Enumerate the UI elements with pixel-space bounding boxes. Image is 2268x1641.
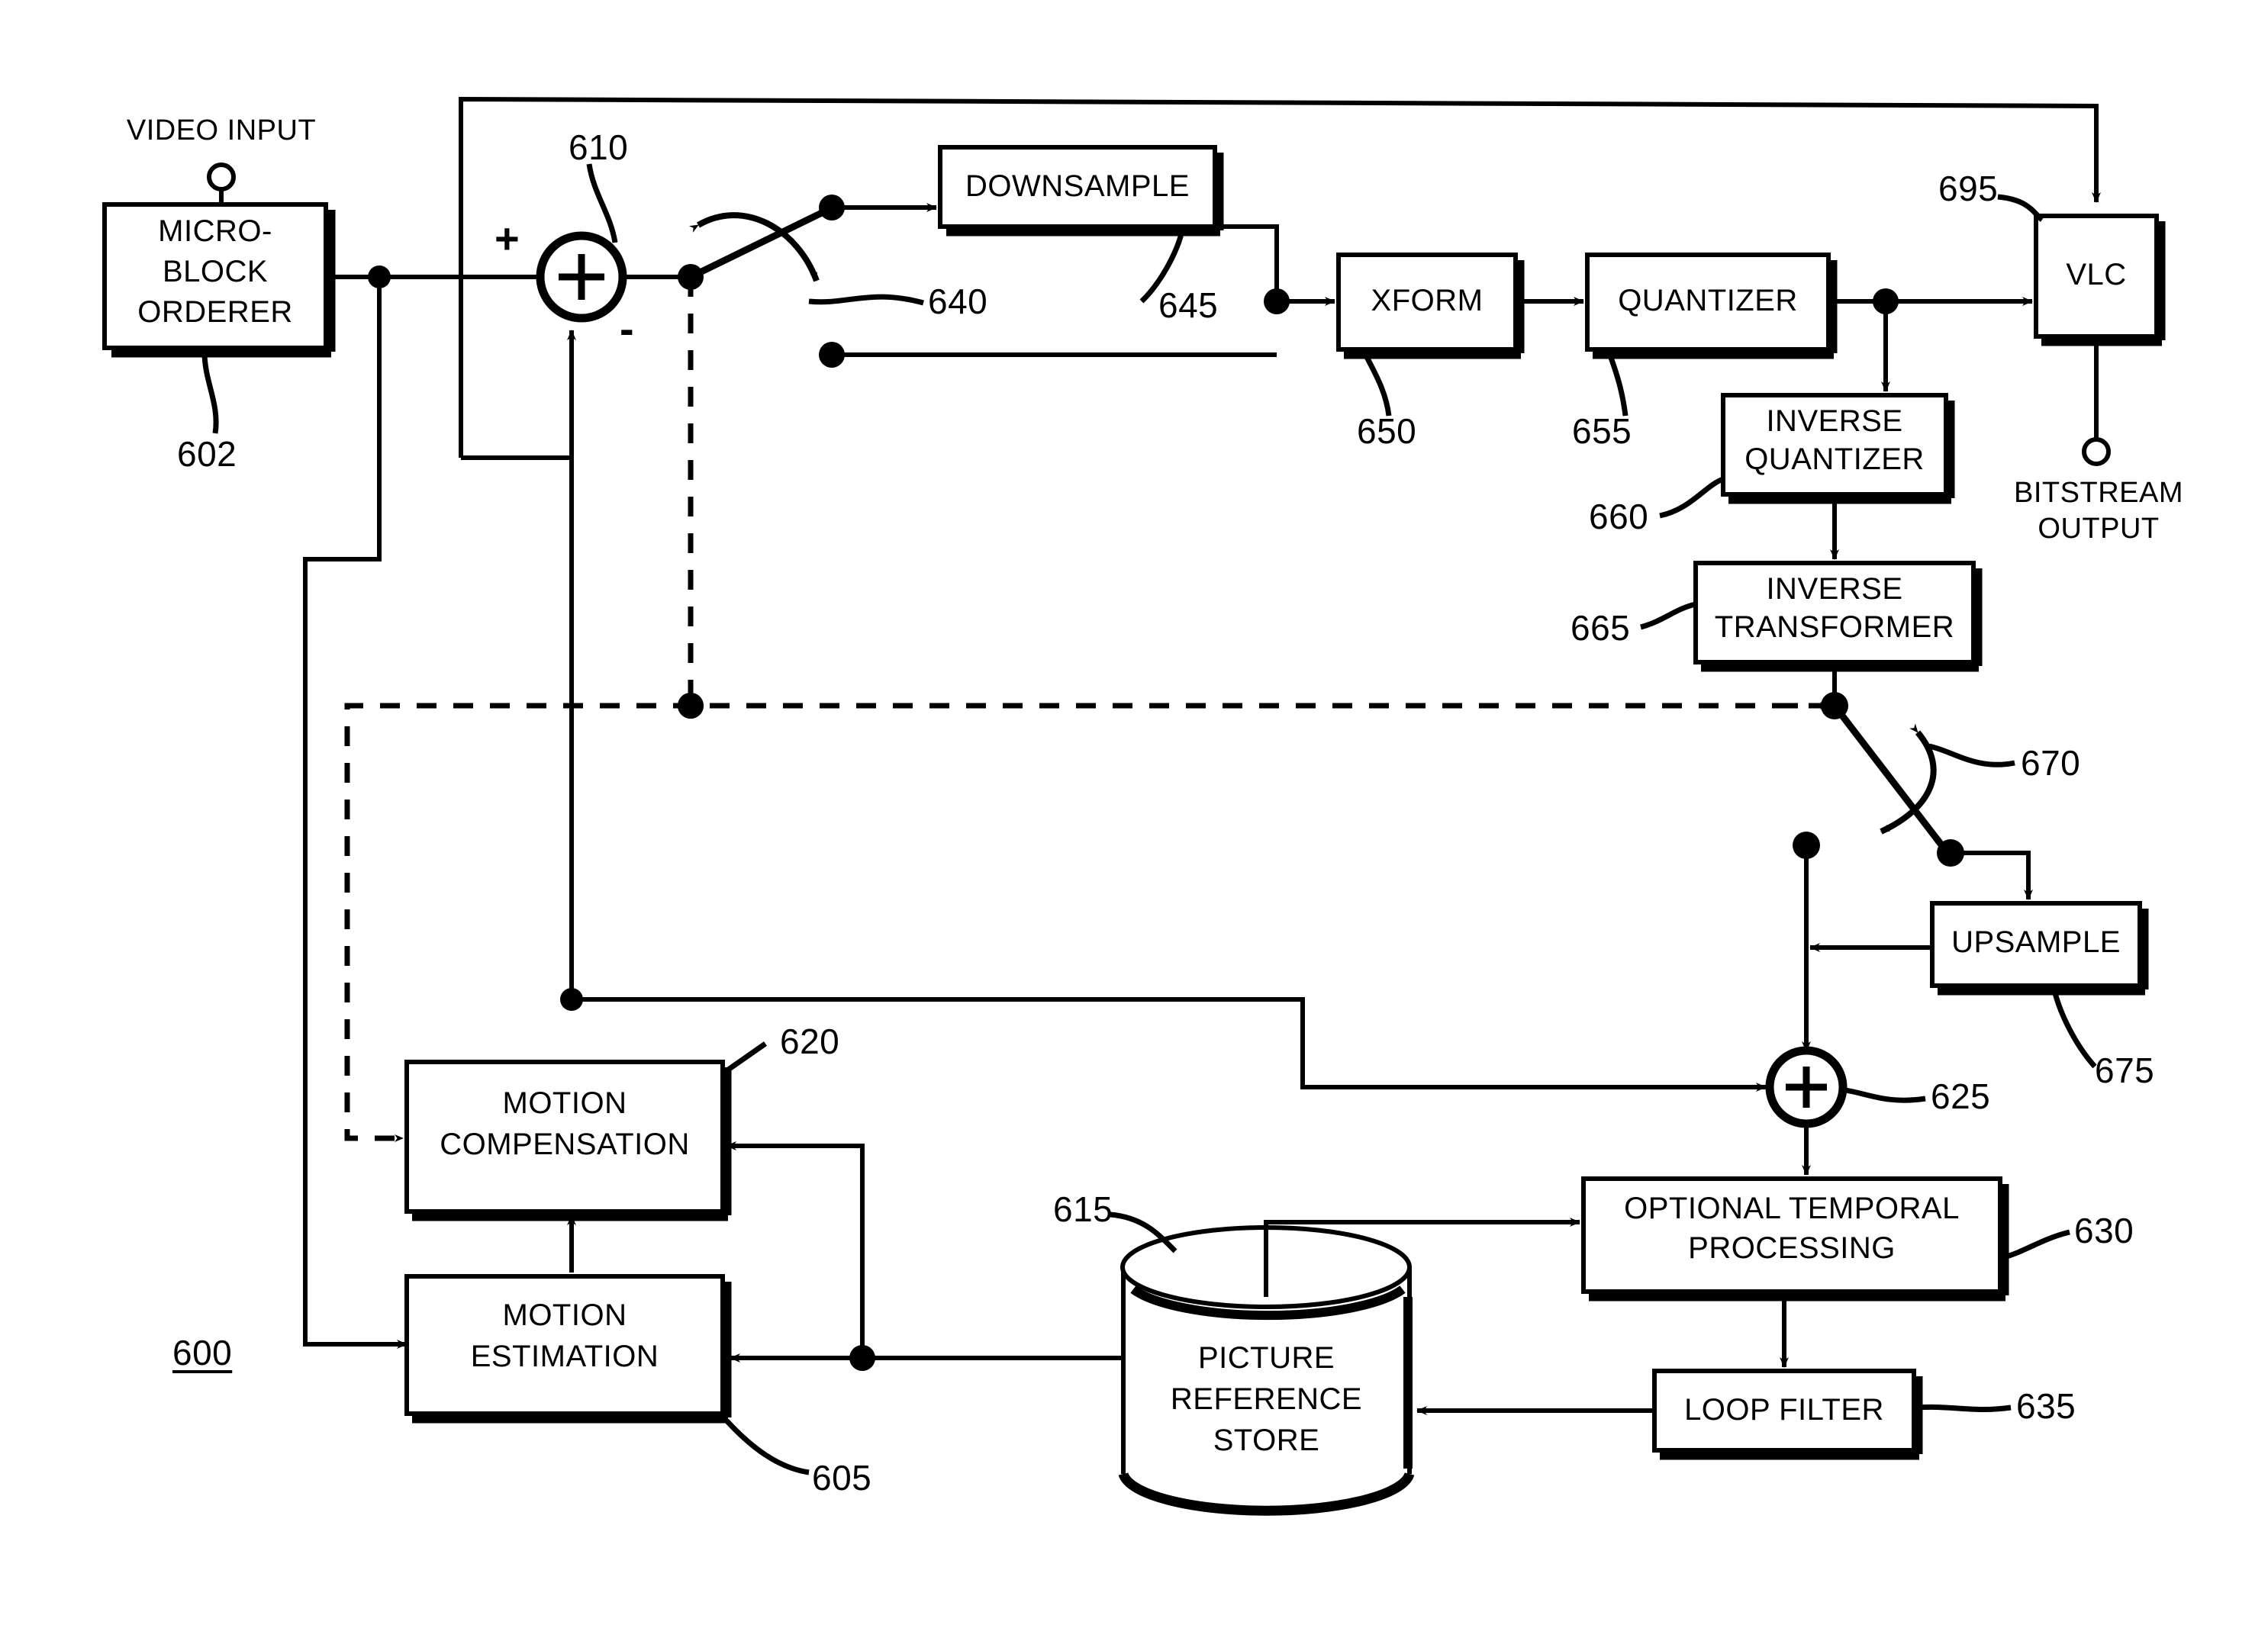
vlc-label: VLC xyxy=(2066,258,2127,291)
leader-630 xyxy=(2003,1229,2070,1260)
ref-610: 610 xyxy=(569,127,629,167)
ref-615: 615 xyxy=(1053,1189,1113,1229)
xform-label: XFORM xyxy=(1371,284,1484,317)
leader-635 xyxy=(1917,1404,2012,1413)
wire-mbo-down-to-me xyxy=(303,277,408,1349)
adder-625 xyxy=(1765,1046,1848,1128)
ref-630: 630 xyxy=(2074,1211,2134,1250)
switch-640 xyxy=(688,195,845,368)
leader-670 xyxy=(1928,743,2015,767)
micro-block-orderer-label-line3: ORDERER xyxy=(137,295,293,329)
leader-602 xyxy=(201,352,219,434)
ref-665: 665 xyxy=(1571,608,1631,648)
ref-625: 625 xyxy=(1931,1076,1991,1116)
quantizer-label: QUANTIZER xyxy=(1618,284,1798,317)
ref-670: 670 xyxy=(2021,743,2081,783)
leader-675 xyxy=(2051,989,2097,1069)
leader-640 xyxy=(808,294,924,306)
ref-660: 660 xyxy=(1589,497,1649,536)
picture-reference-store-label-line3: STORE xyxy=(1213,1424,1320,1457)
leader-625 xyxy=(1840,1086,1926,1103)
ref-602: 602 xyxy=(177,434,237,474)
leader-695 xyxy=(1997,194,2044,222)
leader-650 xyxy=(1363,354,1392,417)
switch-670 xyxy=(1831,703,1964,867)
wire-bitstream-output xyxy=(2082,336,2111,466)
leader-660 xyxy=(1659,476,1725,519)
optional-temporal-processing-label-line1: OPTIONAL TEMPORAL xyxy=(1624,1192,1960,1225)
adder-610 xyxy=(536,231,627,323)
leader-665 xyxy=(1640,601,1696,630)
ref-650: 650 xyxy=(1357,411,1417,451)
upsample-label: UPSAMPLE xyxy=(1951,925,2121,959)
ref-655: 655 xyxy=(1572,411,1632,451)
ref-645: 645 xyxy=(1158,285,1219,325)
video-input-label: VIDEO INPUT xyxy=(126,114,317,146)
leader-655 xyxy=(1607,354,1629,417)
motion-compensation-label-line2: COMPENSATION xyxy=(440,1128,690,1161)
optional-temporal-processing-label-line2: PROCESSING xyxy=(1688,1231,1896,1265)
figure-number: 600 xyxy=(172,1333,233,1372)
wire-prs-node-to-mc xyxy=(726,1141,865,1358)
leader-605 xyxy=(724,1418,810,1475)
downsample-label: DOWNSAMPLE xyxy=(965,169,1190,203)
wire-mc-bus-to-adder625 xyxy=(572,997,1767,1092)
motion-estimation-label-line2: ESTIMATION xyxy=(470,1340,659,1373)
picture-reference-store-label-line2: REFERENCE xyxy=(1170,1382,1363,1416)
leader-610 xyxy=(586,163,618,243)
wire-downsample-out xyxy=(1219,224,1279,301)
micro-block-orderer-label-line2: BLOCK xyxy=(162,255,269,288)
adder-610-minus-sign: - xyxy=(620,304,635,352)
ref-620: 620 xyxy=(780,1022,840,1061)
inverse-quantizer-label-line2: QUANTIZER xyxy=(1744,442,1925,476)
micro-block-orderer-label-line1: MICRO- xyxy=(158,214,272,248)
adder-610-plus-sign: + xyxy=(495,214,520,262)
leader-620 xyxy=(723,1041,768,1074)
figure-canvas: VIDEO INPUT BITSTREAM OUTPUT MICRO- BLOC… xyxy=(0,0,2268,1641)
ref-605: 605 xyxy=(812,1458,872,1498)
bitstream-output-label-line1: BITSTREAM xyxy=(2014,477,2183,509)
inverse-transformer-label-line1: INVERSE xyxy=(1766,572,1903,606)
motion-estimation-label-line1: MOTION xyxy=(502,1298,627,1332)
wire-video-input xyxy=(207,162,236,204)
ref-695: 695 xyxy=(1938,169,1999,208)
ref-635: 635 xyxy=(2016,1386,2076,1426)
inverse-transformer-label-line2: TRANSFORMER xyxy=(1714,610,1955,644)
inverse-quantizer-label-line1: INVERSE xyxy=(1766,404,1903,438)
loop-filter-label: LOOP FILTER xyxy=(1684,1393,1884,1427)
motion-compensation-label-line1: MOTION xyxy=(502,1086,627,1120)
bitstream-output-label-line2: OUTPUT xyxy=(2038,513,2160,545)
picture-reference-store-label-line1: PICTURE xyxy=(1197,1341,1335,1375)
ref-675: 675 xyxy=(2095,1051,2155,1090)
ref-640: 640 xyxy=(928,282,988,321)
